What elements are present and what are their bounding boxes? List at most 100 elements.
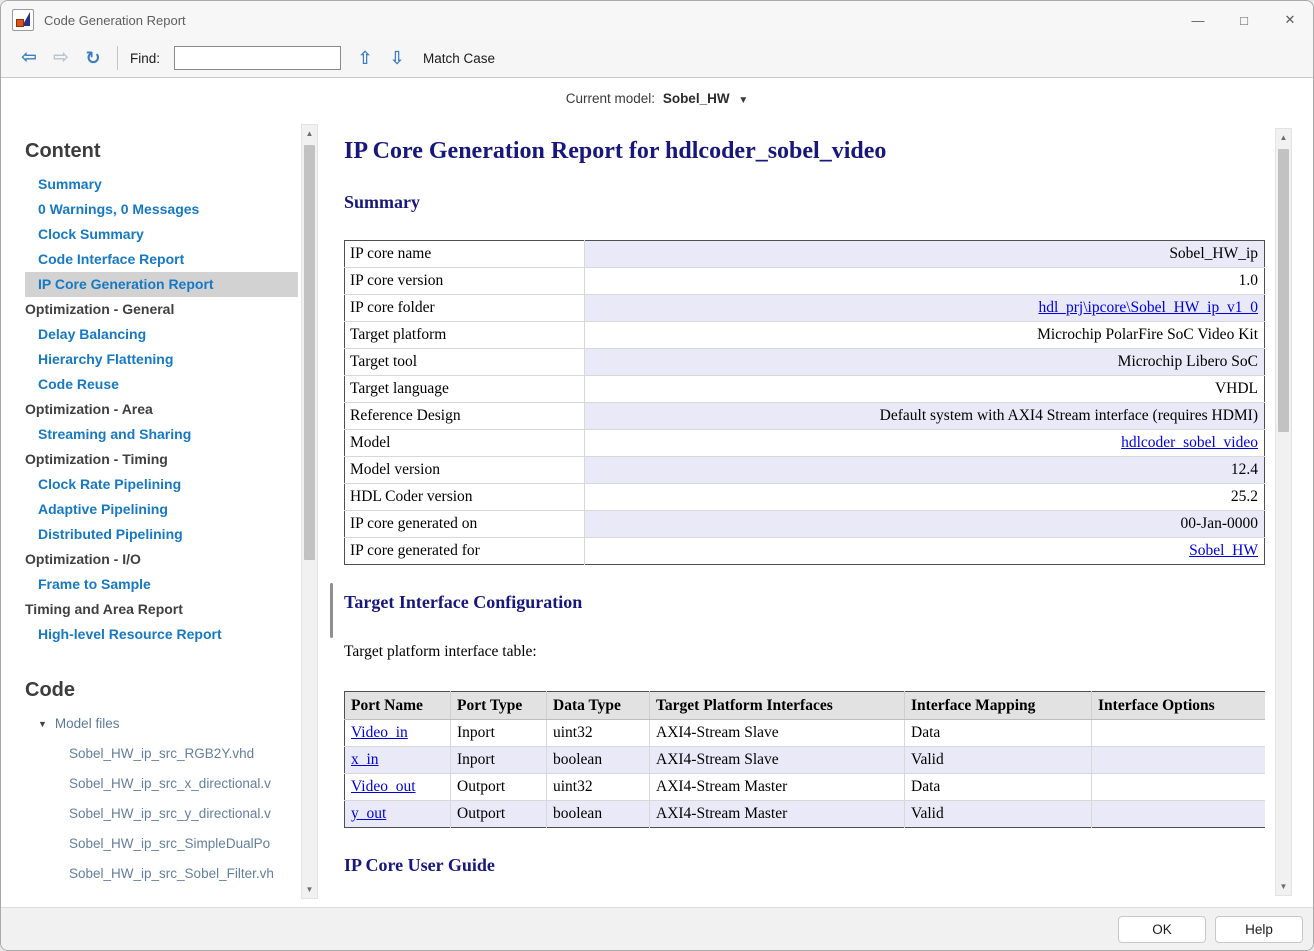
scroll-down-icon[interactable]: ▼ (1276, 882, 1291, 891)
find-previous-icon[interactable]: ⇧ (349, 46, 381, 70)
sidebar-item[interactable]: Adaptive Pipelining (25, 497, 298, 522)
maximize-icon[interactable]: □ (1221, 1, 1267, 39)
interface-cell: Outport (451, 774, 547, 801)
forward-icon[interactable]: ⇨ (45, 46, 77, 70)
chevron-down-icon[interactable]: ▼ (738, 95, 748, 106)
find-toolbar: ⇦ ⇨ ↻ Find: ⇧ ⇩ Match Case (1, 39, 1313, 78)
interface-column-header: Target Platform Interfaces (650, 692, 905, 720)
sidebar-item[interactable]: High-level Resource Report (25, 622, 298, 647)
port-name-link[interactable]: y_out (351, 805, 386, 822)
sidebar-splitter[interactable] (330, 126, 333, 897)
summary-value-link[interactable]: hdl_prj\ipcore\Sobel_HW_ip_v1_0 (1038, 299, 1258, 316)
minimize-icon[interactable]: — (1175, 1, 1221, 39)
sidebar-item[interactable]: Distributed Pipelining (25, 522, 298, 547)
scroll-up-icon[interactable]: ▲ (1276, 133, 1291, 142)
interface-cell: AXI4-Stream Slave (650, 720, 905, 747)
interface-cell: Inport (451, 747, 547, 774)
sidebar-item[interactable]: Summary (25, 172, 298, 197)
interface-cell: Valid (905, 801, 1092, 828)
sidebar-scrollbar-thumb[interactable] (304, 145, 315, 560)
summary-row: Model version12.4 (345, 457, 1265, 484)
sidebar-item[interactable]: Streaming and Sharing (25, 422, 298, 447)
content-scrollbar[interactable]: ▲ ▼ (1275, 128, 1292, 896)
model-file-item[interactable]: Sobel_HW_ip_src_SimpleDualPo (15, 829, 299, 859)
scroll-up-icon[interactable]: ▲ (302, 129, 317, 138)
interface-cell: Inport (451, 720, 547, 747)
current-model-label: Current model: (566, 91, 655, 106)
interface-cell (1092, 747, 1266, 774)
sidebar-item[interactable]: Frame to Sample (25, 572, 298, 597)
match-case-toggle[interactable]: Match Case (423, 51, 495, 66)
model-file-item[interactable]: Sobel_HW_ip_src_y_directional.v (15, 799, 299, 829)
find-label: Find: (130, 51, 160, 66)
interface-row: Video_inInportuint32AXI4-Stream SlaveDat… (345, 720, 1266, 747)
interface-cell: Video_in (345, 720, 451, 747)
window-controls: — □ ✕ (1175, 1, 1313, 39)
model-file-list: Sobel_HW_ip_src_RGB2Y.vhdSobel_HW_ip_src… (15, 739, 299, 897)
summary-row: IP core nameSobel_HW_ip (345, 241, 1265, 268)
sidebar-section-label: Optimization - Timing (25, 447, 298, 472)
sidebar-item[interactable]: Clock Summary (25, 222, 298, 247)
help-button[interactable]: Help (1215, 916, 1303, 943)
back-icon[interactable]: ⇦ (13, 46, 45, 70)
port-name-link[interactable]: Video_out (351, 778, 416, 795)
summary-row: Target platformMicrochip PolarFire SoC V… (345, 322, 1265, 349)
summary-value: Default system with AXI4 Stream interfac… (585, 403, 1265, 430)
summary-value: 1.0 (585, 268, 1265, 295)
content-nav: Summary0 Warnings, 0 MessagesClock Summa… (15, 172, 299, 647)
code-generation-report-window: Code Generation Report — □ ✕ ⇦ ⇨ ↻ Find:… (0, 0, 1314, 951)
summary-row: HDL Coder version25.2 (345, 484, 1265, 511)
find-input[interactable] (174, 46, 341, 70)
sidebar-item[interactable]: 0 Warnings, 0 Messages (25, 197, 298, 222)
collapse-triangle-icon[interactable]: ▼ (38, 719, 47, 729)
refresh-icon[interactable]: ↻ (77, 46, 109, 70)
interface-column-header: Interface Mapping (905, 692, 1092, 720)
summary-row: IP core generated forSobel_HW (345, 538, 1265, 565)
model-files-toggle[interactable]: ▼Model files (38, 711, 299, 737)
model-file-item[interactable]: Sobel_HW_ip_src_x_directional.v (15, 769, 299, 799)
ok-button[interactable]: OK (1118, 916, 1206, 943)
interface-cell: y_out (345, 801, 451, 828)
current-model-value[interactable]: Sobel_HW (663, 91, 730, 106)
summary-value-link[interactable]: Sobel_HW (1189, 542, 1258, 559)
model-file-item[interactable]: Sobel_HW_ip_src_RGB2Y.vhd (15, 739, 299, 769)
summary-row: Reference DesignDefault system with AXI4… (345, 403, 1265, 430)
sidebar-item[interactable]: Hierarchy Flattening (25, 347, 298, 372)
scroll-down-icon[interactable]: ▼ (302, 885, 317, 894)
port-name-link[interactable]: x_in (351, 751, 379, 768)
splitter-handle[interactable] (330, 583, 333, 638)
window-title: Code Generation Report (44, 13, 186, 28)
interface-cell: AXI4-Stream Master (650, 774, 905, 801)
report-content: IP Core Generation Report for hdlcoder_s… (344, 118, 1265, 908)
summary-label: IP core name (345, 241, 585, 268)
sidebar-item[interactable]: Code Interface Report (25, 247, 298, 272)
report-title: IP Core Generation Report for hdlcoder_s… (344, 138, 1265, 165)
sidebar-item[interactable]: Delay Balancing (25, 322, 298, 347)
summary-label: Target tool (345, 349, 585, 376)
summary-heading: Summary (344, 192, 1265, 213)
content-scrollbar-thumb[interactable] (1278, 149, 1289, 432)
interface-column-header: Port Name (345, 692, 451, 720)
sidebar-item[interactable]: Clock Rate Pipelining (25, 472, 298, 497)
port-name-link[interactable]: Video_in (351, 724, 408, 741)
summary-label: Target platform (345, 322, 585, 349)
summary-value: 25.2 (585, 484, 1265, 511)
summary-row: IP core folderhdl_prj\ipcore\Sobel_HW_ip… (345, 295, 1265, 322)
close-icon[interactable]: ✕ (1267, 1, 1313, 39)
sidebar-section-label: Optimization - General (25, 297, 298, 322)
sidebar-item[interactable]: Code Reuse (25, 372, 298, 397)
model-file-item[interactable]: Sobel_HW_ip_src_Sobel_Filter.vh (15, 859, 299, 889)
interface-cell (1092, 720, 1266, 747)
interface-cell: Valid (905, 747, 1092, 774)
find-next-icon[interactable]: ⇩ (381, 46, 413, 70)
summary-value-link[interactable]: hdlcoder_sobel_video (1121, 434, 1258, 451)
sidebar-item[interactable]: IP Core Generation Report (25, 272, 298, 297)
target-interface-heading: Target Interface Configuration (344, 592, 1265, 613)
summary-value: Sobel_HW (585, 538, 1265, 565)
model-file-item[interactable]: Sobel_HW_ip_src_Sobel_Edge_D (15, 889, 299, 897)
interface-cell: uint32 (547, 774, 650, 801)
summary-label: Model (345, 430, 585, 457)
interface-cell (1092, 801, 1266, 828)
sidebar-scrollbar[interactable]: ▲ ▼ (301, 124, 318, 899)
summary-label: IP core version (345, 268, 585, 295)
